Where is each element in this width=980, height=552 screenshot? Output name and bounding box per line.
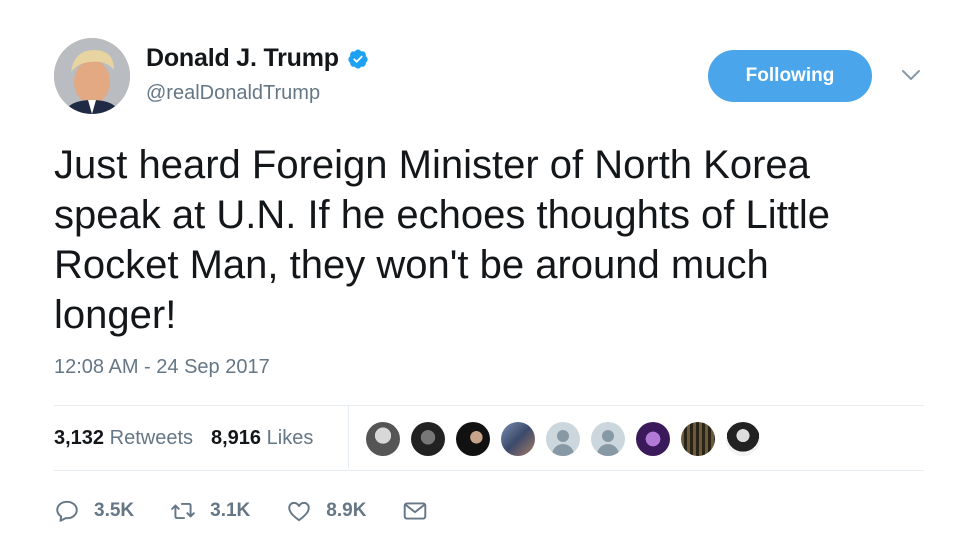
liker-avatar[interactable] [366, 422, 400, 456]
likes-stat[interactable]: 8,916 Likes [211, 427, 313, 450]
reply-icon [56, 500, 78, 522]
message-icon [404, 502, 427, 520]
tweet-timestamp[interactable]: 12:08 AM - 24 Sep 2017 [54, 356, 270, 379]
liker-avatar[interactable] [456, 422, 490, 456]
liker-avatar[interactable] [636, 422, 670, 456]
caret-down-icon[interactable] [901, 68, 921, 82]
liker-avatar-default[interactable] [591, 422, 625, 456]
author-name-row: Donald J. Trump [146, 44, 369, 73]
author-avatar[interactable] [54, 38, 130, 114]
retweets-stat[interactable]: 3,132 Retweets [54, 427, 193, 450]
divider-top [54, 405, 924, 406]
liker-avatar[interactable] [681, 422, 715, 456]
liker-avatar-default[interactable] [546, 422, 580, 456]
likes-label: Likes [266, 427, 314, 449]
retweet-count: 3.1K [210, 500, 251, 521]
tweet-stats: 3,132 Retweets 8,916 Likes [54, 427, 331, 450]
liker-avatar[interactable] [411, 422, 445, 456]
likes-count: 8,916 [211, 427, 262, 449]
reply-count: 3.5K [94, 500, 135, 521]
liker-avatars [366, 422, 771, 456]
retweet-button[interactable]: 3.1K [170, 498, 250, 524]
direct-message-button[interactable] [402, 498, 428, 524]
reply-button[interactable]: 3.5K [54, 498, 134, 524]
like-button[interactable]: 8.9K [286, 498, 366, 524]
tweet-text: Just heard Foreign Minister of North Kor… [54, 143, 831, 337]
retweet-icon [171, 502, 195, 520]
following-button[interactable]: Following [708, 50, 872, 102]
retweets-label: Retweets [109, 427, 193, 449]
divider-bottom [54, 470, 924, 471]
retweets-count: 3,132 [54, 427, 105, 449]
heart-icon [288, 501, 311, 522]
stats-separator [348, 406, 349, 468]
author-handle[interactable]: @realDonaldTrump [146, 82, 320, 105]
liker-avatar[interactable] [726, 422, 760, 456]
verified-badge-icon [348, 48, 368, 69]
author-display-name[interactable]: Donald J. Trump [146, 44, 339, 73]
liker-avatar[interactable] [501, 422, 535, 456]
like-count: 8.9K [326, 500, 367, 521]
tweet-actions: 3.5K 3.1K 8.9K [54, 498, 464, 524]
